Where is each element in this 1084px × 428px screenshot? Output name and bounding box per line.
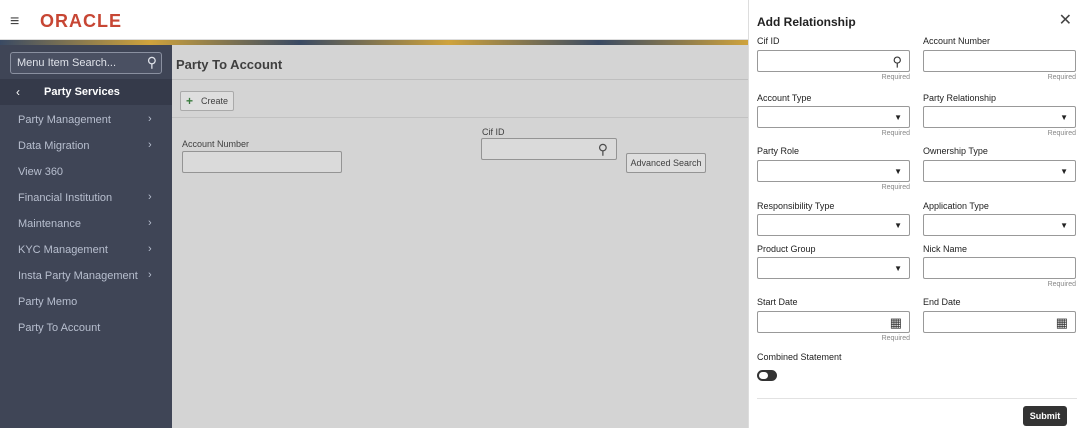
account-number-field[interactable] bbox=[923, 50, 1076, 72]
sidebar-item-maintenance[interactable]: Maintenance › bbox=[0, 211, 172, 237]
nick-name-label: Nick Name bbox=[923, 244, 968, 254]
product-group-label: Product Group bbox=[757, 244, 816, 254]
account-type-select[interactable]: ▼ bbox=[757, 106, 910, 128]
nick-name-field[interactable] bbox=[923, 257, 1076, 279]
chevron-right-icon: › bbox=[148, 113, 152, 125]
chevron-right-icon: › bbox=[148, 139, 152, 151]
chevron-down-icon: ▼ bbox=[894, 113, 902, 122]
toggle-knob bbox=[759, 372, 768, 379]
chevron-down-icon: ▼ bbox=[1060, 167, 1068, 176]
responsibility-type-select[interactable]: ▼ bbox=[757, 214, 910, 236]
required-hint: Required bbox=[1047, 130, 1076, 137]
party-relationship-label: Party Relationship bbox=[923, 93, 997, 103]
party-role-select[interactable]: ▼ bbox=[757, 160, 910, 182]
account-number-label: Account Number bbox=[923, 36, 991, 46]
combined-statement-toggle[interactable] bbox=[757, 370, 777, 381]
sidebar-item-label: View 360 bbox=[18, 166, 64, 178]
chevron-down-icon: ▼ bbox=[894, 264, 902, 273]
oracle-logo: ORACLE bbox=[40, 11, 122, 31]
submit-button[interactable]: Submit bbox=[1023, 406, 1067, 426]
chevron-down-icon: ▼ bbox=[894, 221, 902, 230]
sidebar-item-party-memo[interactable]: Party Memo bbox=[0, 289, 172, 315]
end-date-field[interactable]: ▦ bbox=[923, 311, 1076, 333]
required-hint: Required bbox=[881, 335, 910, 342]
sidebar-item-insta-party-management[interactable]: Insta Party Management › bbox=[0, 263, 172, 289]
chevron-right-icon: › bbox=[148, 191, 152, 203]
ownership-type-select[interactable]: ▼ bbox=[923, 160, 1076, 182]
add-relationship-drawer: Add Relationship ✕ Cif ID ⚲ Required Acc… bbox=[748, 0, 1084, 428]
sidebar-item-label: Maintenance bbox=[18, 218, 81, 230]
sidebar-item-kyc-management[interactable]: KYC Management › bbox=[0, 237, 172, 263]
calendar-icon[interactable]: ▦ bbox=[1056, 315, 1068, 331]
sidebar-back-party-services[interactable]: ‹ Party Services bbox=[0, 79, 172, 105]
ownership-type-label: Ownership Type bbox=[923, 146, 988, 156]
application-type-select[interactable]: ▼ bbox=[923, 214, 1076, 236]
chevron-right-icon: › bbox=[148, 269, 152, 281]
application-type-label: Application Type bbox=[923, 201, 989, 211]
party-role-label: Party Role bbox=[757, 146, 800, 156]
required-hint: Required bbox=[881, 184, 910, 191]
required-hint: Required bbox=[1047, 281, 1076, 288]
start-date-field[interactable]: ▦ bbox=[757, 311, 910, 333]
chevron-right-icon: › bbox=[148, 217, 152, 229]
sidebar-item-party-to-account[interactable]: Party To Account bbox=[0, 315, 172, 341]
chevron-down-icon: ▼ bbox=[1060, 221, 1068, 230]
responsibility-type-label: Responsibility Type bbox=[757, 201, 835, 211]
sidebar-item-financial-institution[interactable]: Financial Institution › bbox=[0, 185, 172, 211]
sidebar-item-data-migration[interactable]: Data Migration › bbox=[0, 133, 172, 159]
product-group-select[interactable]: ▼ bbox=[757, 257, 910, 279]
sidebar-item-label: Party To Account bbox=[18, 322, 101, 334]
sidebar-item-label: Financial Institution bbox=[18, 192, 113, 204]
required-hint: Required bbox=[881, 130, 910, 137]
chevron-right-icon: › bbox=[148, 243, 152, 255]
drawer-title: Add Relationship bbox=[757, 15, 856, 29]
end-date-label: End Date bbox=[923, 297, 961, 307]
sidebar-item-label: Party Management bbox=[18, 114, 111, 126]
start-date-label: Start Date bbox=[757, 297, 798, 307]
sidebar-section-title: Party Services bbox=[44, 86, 120, 98]
sidebar-item-label: Data Migration bbox=[18, 140, 90, 152]
sidebar-item-label: Insta Party Management bbox=[18, 270, 138, 282]
search-icon[interactable]: ⚲ bbox=[892, 54, 902, 70]
search-icon[interactable]: ⚲ bbox=[147, 54, 157, 71]
menu-search-input[interactable]: Menu Item Search... ⚲ bbox=[10, 52, 162, 74]
sidebar-item-label: Party Memo bbox=[18, 296, 78, 308]
modal-backdrop bbox=[172, 45, 748, 428]
required-hint: Required bbox=[881, 74, 910, 81]
calendar-icon[interactable]: ▦ bbox=[890, 315, 902, 331]
drawer-footer-divider bbox=[757, 398, 1077, 399]
sidebar: Menu Item Search... ⚲ ‹ Party Services P… bbox=[0, 45, 172, 428]
hamburger-icon[interactable]: ≡ bbox=[10, 13, 19, 31]
main-content: Party To Account + Create Account Number… bbox=[172, 45, 748, 428]
cif-id-field[interactable]: ⚲ bbox=[757, 50, 910, 72]
account-type-label: Account Type bbox=[757, 93, 812, 103]
party-relationship-select[interactable]: ▼ bbox=[923, 106, 1076, 128]
required-hint: Required bbox=[1047, 74, 1076, 81]
close-icon[interactable]: ✕ bbox=[1059, 10, 1072, 30]
sidebar-item-view-360[interactable]: View 360 bbox=[0, 159, 172, 185]
menu-search-placeholder: Menu Item Search... bbox=[17, 57, 117, 69]
combined-statement-label: Combined Statement bbox=[757, 352, 842, 362]
chevron-down-icon: ▼ bbox=[894, 167, 902, 176]
cif-id-label: Cif ID bbox=[757, 36, 780, 46]
app-header: ≡ ORACLE bbox=[0, 0, 748, 40]
chevron-left-icon[interactable]: ‹ bbox=[16, 85, 20, 99]
sidebar-item-party-management[interactable]: Party Management › bbox=[0, 107, 172, 133]
chevron-down-icon: ▼ bbox=[1060, 113, 1068, 122]
sidebar-item-label: KYC Management bbox=[18, 244, 108, 256]
